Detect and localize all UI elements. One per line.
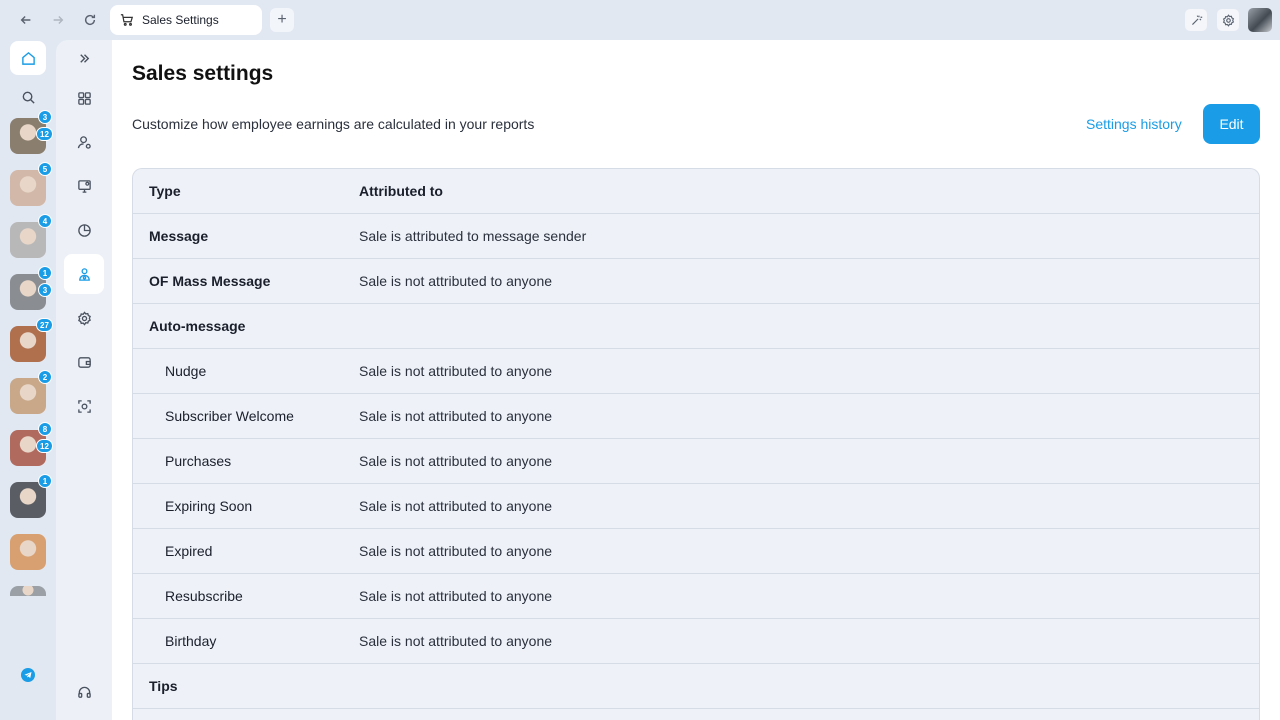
search-icon[interactable] <box>18 87 38 107</box>
attributed-to-cell: Sale is not attributed to anyone <box>359 588 553 604</box>
table-row: Resubscribe Sale is not attributed to any… <box>133 574 1259 619</box>
main-content: Sales settings Customize how employee ea… <box>112 40 1280 720</box>
attributed-to-cell: Sale is not attributed to anyone <box>359 633 553 649</box>
attributed-to-cell: Sale is not attributed to anyone <box>359 498 553 514</box>
unread-count-badge: 5 <box>38 162 52 176</box>
unread-count-badge: 27 <box>36 318 53 332</box>
sales-settings-table: Type Attributed to Message Sale is attrib… <box>132 168 1260 720</box>
column-header-type: Type <box>149 183 181 199</box>
gear-icon[interactable] <box>1217 9 1239 31</box>
table-row: Purchases Sale is not attributed to anyon… <box>133 439 1259 484</box>
unread-count-badge: 1 <box>38 474 52 488</box>
type-cell: Expired <box>165 543 213 559</box>
type-cell: Message <box>149 228 209 244</box>
table-row: Expired Sale is not attributed to anyone <box>133 529 1259 574</box>
table-row: Subscriber Welcome Sale is not attributed… <box>133 394 1259 439</box>
attributed-to-cell: Sale is attributed to message sender <box>359 228 587 244</box>
unread-count-badge: 12 <box>36 127 53 141</box>
home-icon[interactable] <box>10 41 46 75</box>
forward-arrow-icon[interactable] <box>48 10 68 30</box>
type-cell: Purchases <box>165 453 232 469</box>
table-row: OF Mass Message Sale is not attributed to… <box>133 259 1259 304</box>
pie-chart-icon[interactable] <box>64 210 104 250</box>
creator-avatar[interactable] <box>10 378 46 414</box>
attributed-to-cell: Sale is not attributed to anyone <box>359 363 553 379</box>
unread-count-badge: 8 <box>38 422 52 436</box>
table-row: Auto-message <box>133 304 1259 349</box>
cart-icon <box>120 14 134 26</box>
new-tab-button[interactable]: + <box>270 8 294 32</box>
type-cell: Nudge <box>165 363 207 379</box>
monitor-icon[interactable] <box>64 166 104 206</box>
headset-support-icon[interactable] <box>64 672 104 712</box>
table-row: Message Sale is attributed to message sen… <box>133 214 1259 259</box>
table-row: Birthday Sale is not attributed to anyone <box>133 619 1259 664</box>
secondary-nav <box>56 40 112 720</box>
page-title: Sales settings <box>132 62 274 85</box>
sales-attribution-icon[interactable] <box>64 254 104 294</box>
settings-history-link[interactable]: Settings history <box>1086 116 1182 132</box>
type-cell: Subscriber Welcome <box>165 408 294 424</box>
reload-icon[interactable] <box>80 10 100 30</box>
column-header-attributed-to: Attributed to <box>359 183 443 199</box>
creator-avatar[interactable] <box>10 222 46 258</box>
attributed-to-cell: Sale is not attributed to anyone <box>359 543 553 559</box>
scan-target-icon[interactable] <box>64 386 104 426</box>
expand-chevrons-icon[interactable] <box>64 44 104 72</box>
back-arrow-icon[interactable] <box>16 10 36 30</box>
wallet-icon[interactable] <box>64 342 104 382</box>
creator-rail: 3 12 5 4 1 3 27 2 8 12 1 <box>0 40 56 720</box>
tab-title: Sales Settings <box>142 13 219 27</box>
creator-avatar[interactable] <box>10 170 46 206</box>
type-cell: Auto-message <box>149 318 246 334</box>
edit-button[interactable]: Edit <box>1203 104 1260 144</box>
magic-wand-icon[interactable] <box>1185 9 1207 31</box>
type-cell: OF Mass Message <box>149 273 271 289</box>
unread-count-badge: 1 <box>38 266 52 280</box>
type-cell: Birthday <box>165 633 217 649</box>
unread-count-badge: 4 <box>38 214 52 228</box>
user-avatar[interactable] <box>1248 8 1272 32</box>
browser-top-bar: Sales Settings + <box>0 0 1280 40</box>
creator-avatar[interactable] <box>10 534 46 570</box>
type-cell: Expiring Soon <box>165 498 253 514</box>
creator-avatar[interactable] <box>10 482 46 518</box>
dashboard-grid-icon[interactable] <box>64 78 104 118</box>
table-row: Tips <box>133 664 1259 709</box>
table-row: Expiring Soon Sale is not attributed to a… <box>133 484 1259 529</box>
creator-avatar[interactable] <box>10 586 46 596</box>
attributed-to-cell: Sale is not attributed to anyone <box>359 273 553 289</box>
telegram-icon[interactable] <box>21 668 35 682</box>
settings-gear-icon[interactable] <box>64 298 104 338</box>
tab-sales-settings[interactable]: Sales Settings <box>110 5 262 35</box>
unread-count-badge: 3 <box>38 283 52 297</box>
attributed-to-cell: Sale is not attributed to anyone <box>359 453 553 469</box>
page-subtitle: Customize how employee earnings are calc… <box>132 116 535 132</box>
type-cell: Tips <box>149 678 178 694</box>
unread-count-badge: 2 <box>38 370 52 384</box>
user-settings-icon[interactable] <box>64 122 104 162</box>
unread-count-badge: 12 <box>36 439 53 453</box>
unread-count-badge: 3 <box>38 110 52 124</box>
attributed-to-cell: Sale is not attributed to anyone <box>359 408 553 424</box>
type-cell: Resubscribe <box>165 588 243 604</box>
table-header: Type Attributed to <box>133 169 1259 214</box>
table-row: Nudge Sale is not attributed to anyone <box>133 349 1259 394</box>
